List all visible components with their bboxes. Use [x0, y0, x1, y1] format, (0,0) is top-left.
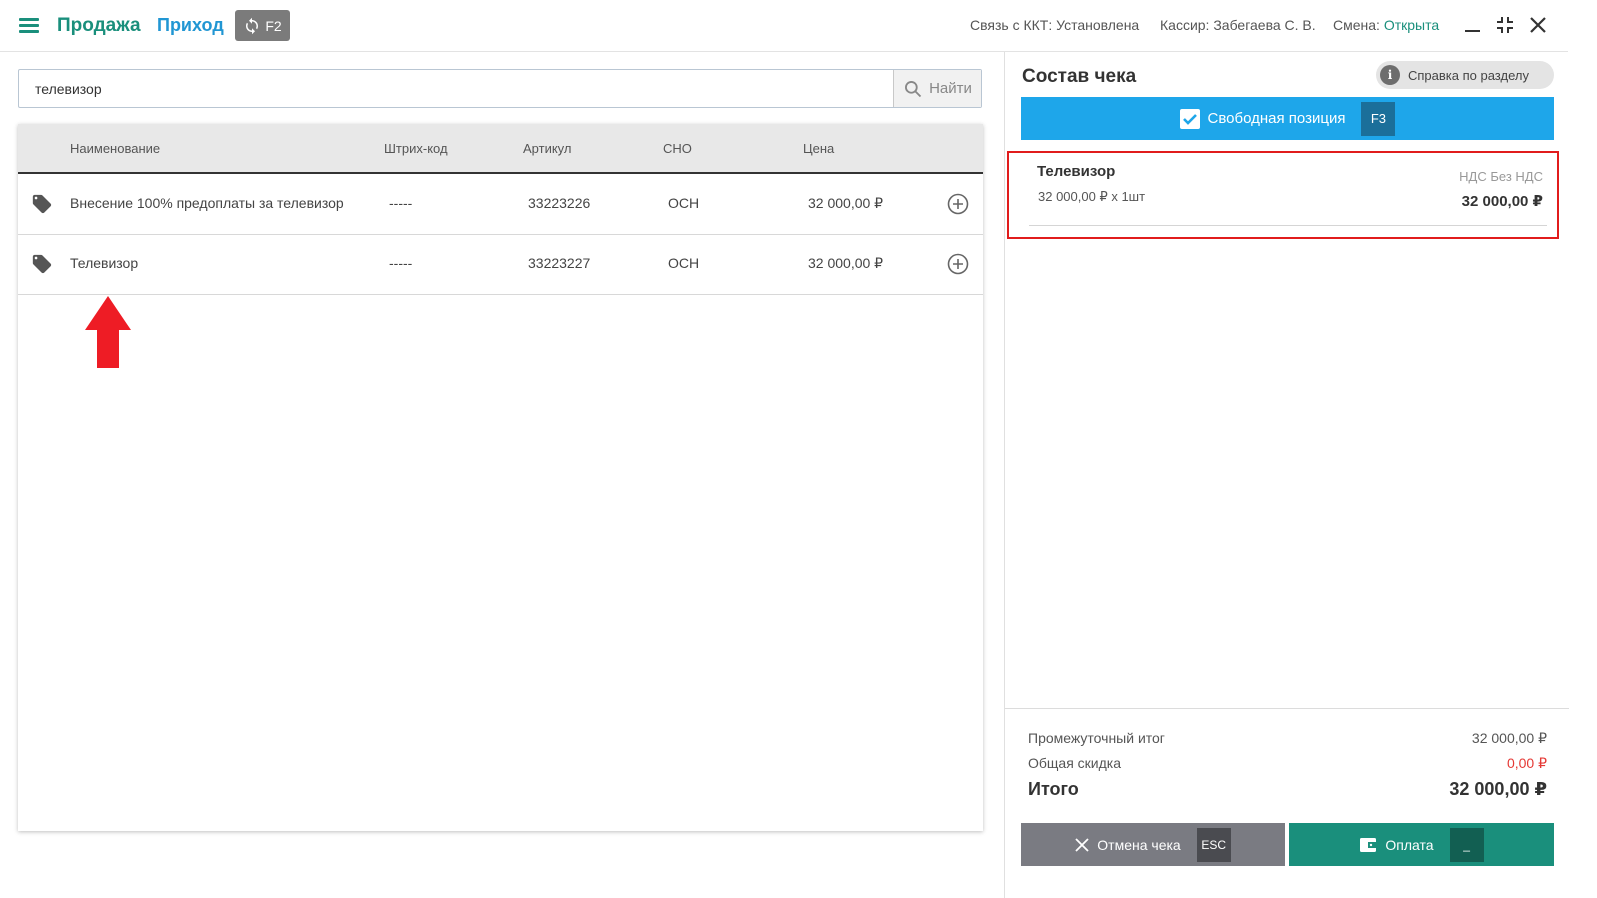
help-button-label: Справка по разделу [1408, 67, 1529, 83]
receipt-item-qty: 32 000,00 ₽ x 1шт [1038, 189, 1146, 204]
subtotal-label: Промежуточный итог [1028, 730, 1165, 746]
receipt-item-name: Телевизор [1037, 163, 1116, 180]
row-sku: 33223226 [528, 195, 591, 211]
discount-row: Общая скидка 0,00 ₽ [1028, 755, 1547, 771]
row-barcode: ----- [389, 195, 413, 211]
cashier-name: Забегаева С. В. [1213, 17, 1316, 33]
column-header-name[interactable]: Наименование [70, 141, 160, 156]
cancel-receipt-key: ESC [1196, 827, 1231, 862]
free-position-label: Свободная позиция [1207, 110, 1346, 127]
annotation-arrow-icon [85, 296, 131, 368]
column-header-barcode[interactable]: Штрих-код [384, 141, 448, 156]
receipt-item-total: 32 000,00 ₽ [1461, 193, 1543, 210]
cashier-label: Кассир: [1160, 17, 1214, 33]
pay-button[interactable]: Оплата _ [1289, 823, 1554, 866]
subtotal-value: 32 000,00 ₽ [1471, 730, 1547, 746]
kkt-status-value: Установлена [1056, 17, 1140, 33]
row-sku: 33223227 [528, 255, 591, 271]
total-row: Итого 32 000,00 ₽ [1028, 779, 1547, 800]
switch-mode-key: F2 [265, 17, 282, 34]
row-barcode: ----- [389, 255, 413, 271]
row-price: 32 000,00 ₽ [808, 195, 884, 211]
discount-value: 0,00 ₽ [1506, 755, 1547, 771]
close-icon [1075, 837, 1089, 852]
wallet-icon [1360, 837, 1377, 852]
cancel-receipt-label: Отмена чека [1097, 836, 1181, 853]
row-name: Телевизор [70, 255, 139, 271]
tag-icon [32, 194, 52, 214]
minimize-icon[interactable] [1462, 14, 1484, 36]
mode-income-tab[interactable]: Приход [157, 15, 224, 36]
hamburger-menu-icon[interactable] [19, 17, 39, 33]
receipt-panel: Состав чека i Справка по разделу Свободн… [1004, 52, 1569, 898]
row-price: 32 000,00 ₽ [808, 255, 884, 271]
top-bar: Продажа Приход F2 Связь с ККТ: Установле… [0, 0, 1568, 52]
receipt-item[interactable]: Телевизор 32 000,00 ₽ x 1шт НДС Без НДС … [1007, 151, 1559, 239]
shift-value: Открыта [1383, 17, 1440, 33]
add-circle-icon[interactable] [946, 192, 970, 216]
discount-label: Общая скидка [1028, 755, 1122, 771]
row-tax-system: ОСН [668, 195, 700, 211]
divider [1029, 225, 1547, 226]
receipt-totals: Промежуточный итог 32 000,00 ₽ Общая ски… [1005, 708, 1569, 898]
info-icon: i [1380, 65, 1400, 85]
mode-sale-tab[interactable]: Продажа [57, 15, 141, 37]
close-icon[interactable] [1527, 14, 1549, 36]
pay-label: Оплата [1385, 836, 1434, 853]
refresh-icon [246, 17, 259, 34]
products-table: Наименование Штрих-код Артикул СНО Цена … [18, 124, 983, 831]
receipt-item-vat: НДС Без НДС [1459, 169, 1543, 184]
shift-label: Смена: [1333, 17, 1384, 33]
kkt-status: Связь с ККТ: Установлена [970, 17, 1139, 33]
search-button-label: Найти [929, 80, 972, 97]
cancel-receipt-button[interactable]: Отмена чека ESC [1021, 823, 1285, 866]
total-value: 32 000,00 ₽ [1449, 779, 1547, 799]
exit-fullscreen-icon[interactable] [1494, 14, 1516, 36]
column-header-sku[interactable]: Артикул [523, 141, 571, 156]
add-circle-icon[interactable] [946, 252, 970, 276]
tag-icon [32, 254, 52, 274]
pay-key: _ [1449, 827, 1484, 862]
search-button[interactable]: Найти [893, 70, 981, 107]
table-header: Наименование Штрих-код Артикул СНО Цена [18, 124, 983, 174]
column-header-price[interactable]: Цена [803, 141, 834, 156]
row-tax-system: ОСН [668, 255, 700, 271]
subtotal-row: Промежуточный итог 32 000,00 ₽ [1028, 730, 1547, 746]
table-row[interactable]: Телевизор ----- 33223227 ОСН 32 000,00 ₽ [18, 235, 983, 295]
checkbox-checked-icon [1179, 108, 1200, 129]
cashier-info: Кассир: Забегаева С. В. [1160, 17, 1316, 33]
search-bar: Найти [18, 69, 982, 108]
column-header-tax-system[interactable]: СНО [663, 141, 692, 156]
switch-mode-button[interactable]: F2 [235, 10, 290, 41]
search-input[interactable] [19, 70, 895, 107]
help-button[interactable]: i Справка по разделу [1376, 61, 1554, 89]
receipt-title: Состав чека [1022, 66, 1137, 87]
total-label: Итого [1028, 779, 1079, 799]
row-name: Внесение 100% предоплаты за телевизор [70, 195, 344, 211]
free-position-key: F3 [1361, 101, 1396, 136]
table-row[interactable]: Внесение 100% предоплаты за телевизор --… [18, 175, 983, 235]
search-icon [905, 80, 922, 97]
free-position-button[interactable]: Свободная позиция F3 [1021, 97, 1554, 140]
kkt-status-label: Связь с ККТ: [970, 17, 1057, 33]
shift-status: Смена: Открыта [1333, 17, 1439, 33]
